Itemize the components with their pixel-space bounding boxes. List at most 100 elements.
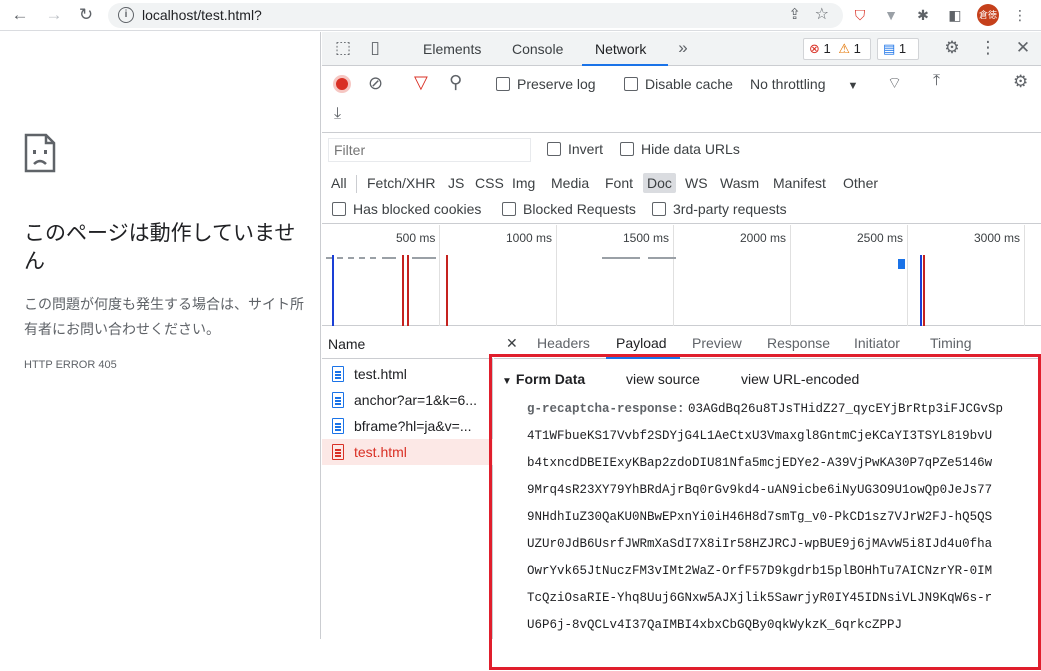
close-detail-icon[interactable]: ✕ bbox=[506, 335, 518, 352]
form-field-value-line: 03AGdBq26u8TJsTHidZ27_qycEYjBrRtp3iFJCGv… bbox=[688, 402, 1004, 416]
timeline-bar bbox=[382, 257, 396, 259]
tab-payload[interactable]: Payload bbox=[616, 335, 667, 351]
side-panel-icon[interactable]: ◧ bbox=[946, 6, 964, 24]
tab-timing[interactable]: Timing bbox=[930, 335, 972, 351]
more-tabs-icon[interactable]: » bbox=[672, 38, 694, 58]
timeline-bar bbox=[648, 257, 676, 259]
device-toolbar-icon[interactable]: ▯ bbox=[364, 38, 386, 58]
triangle-down-icon: ▼ bbox=[502, 376, 512, 387]
request-list: Name test.html anchor?ar=1&k=6... bframe… bbox=[322, 327, 493, 639]
tab-response[interactable]: Response bbox=[767, 335, 830, 351]
load-marker bbox=[402, 255, 404, 326]
filter-type-other[interactable]: Other bbox=[839, 173, 882, 193]
form-field-value-line: OwrYvk65JtNuczFM3vIMt2WaZ-OrfF57D9kgdrb1… bbox=[527, 564, 993, 578]
error-icon: ⊗ bbox=[809, 41, 820, 56]
extensions-puzzle-icon[interactable]: ✱ bbox=[914, 6, 932, 24]
clear-icon[interactable]: ⊘ bbox=[368, 73, 383, 94]
filter-type-css[interactable]: CSS bbox=[471, 173, 508, 193]
network-timeline[interactable]: 500 ms 1000 ms 1500 ms 2000 ms 2500 ms 3… bbox=[322, 225, 1041, 326]
filter-input[interactable] bbox=[328, 138, 531, 162]
filter-type-media[interactable]: Media bbox=[547, 173, 593, 193]
form-data-toggle[interactable]: ▼ Form Data bbox=[502, 371, 585, 387]
load-marker bbox=[407, 255, 409, 326]
site-info-icon[interactable]: i bbox=[118, 7, 134, 23]
preserve-log-checkbox[interactable]: Preserve log bbox=[496, 76, 596, 92]
address-bar[interactable]: i localhost/test.html? ⇪ ☆ bbox=[108, 3, 843, 28]
extension-triangle-icon[interactable]: ▼ bbox=[882, 6, 900, 24]
dom-content-loaded-marker bbox=[920, 255, 922, 326]
messages-badge[interactable]: ▤ 1 bbox=[877, 38, 919, 60]
dom-content-loaded-marker bbox=[332, 255, 334, 326]
document-icon bbox=[332, 392, 344, 408]
disable-cache-checkbox[interactable]: Disable cache bbox=[624, 76, 733, 92]
bookmark-star-icon[interactable]: ☆ bbox=[815, 4, 829, 24]
invert-checkbox[interactable]: Invert bbox=[547, 141, 603, 157]
settings-gear-icon[interactable]: ⚙ bbox=[941, 38, 963, 58]
inspect-element-icon[interactable]: ⬚ bbox=[332, 38, 354, 58]
network-settings-icon[interactable]: ⚙ bbox=[1013, 72, 1028, 92]
view-source-link[interactable]: view source bbox=[626, 371, 700, 387]
timeline-gridline bbox=[673, 225, 674, 326]
filter-type-doc[interactable]: Doc bbox=[643, 173, 676, 193]
tab-preview[interactable]: Preview bbox=[692, 335, 742, 351]
request-row[interactable]: test.html bbox=[322, 361, 493, 387]
browser-menu-icon[interactable]: ⋮ bbox=[1011, 6, 1029, 24]
import-har-icon[interactable]: ⤒ bbox=[933, 72, 940, 90]
search-icon[interactable]: ⚲ bbox=[449, 72, 462, 93]
page-content: このページは動作していません この問題が何度も発生する場合は、サイト所有者にお問… bbox=[0, 32, 321, 639]
filter-type-js[interactable]: JS bbox=[444, 173, 468, 193]
close-devtools-icon[interactable]: ✕ bbox=[1012, 38, 1034, 58]
name-column-header[interactable]: Name bbox=[322, 327, 493, 359]
filter-type-fetch-xhr[interactable]: Fetch/XHR bbox=[363, 173, 439, 193]
profile-avatar[interactable]: 倉徳 bbox=[977, 4, 999, 26]
extension-shield-icon[interactable]: ⛉ bbox=[851, 6, 869, 24]
view-url-encoded-link[interactable]: view URL-encoded bbox=[741, 371, 859, 387]
throttling-select[interactable]: No throttling ▼ bbox=[750, 76, 858, 92]
devtools-tab-bar: ⬚ ▯ Elements Console Network » ⊗ 1 ⚠ 1 ▤… bbox=[322, 32, 1041, 66]
filter-type-wasm[interactable]: Wasm bbox=[716, 173, 763, 193]
sad-document-icon bbox=[24, 133, 56, 173]
form-field-value-line: 4T1WFbueKS17Vvbf2SDYjG4L1AeCtxU3Vmaxgl8G… bbox=[527, 429, 993, 443]
filter-type-img[interactable]: Img bbox=[508, 173, 539, 193]
timeline-bar bbox=[412, 257, 436, 259]
filter-divider bbox=[356, 175, 357, 193]
timeline-bar bbox=[602, 257, 640, 259]
filter-type-font[interactable]: Font bbox=[601, 173, 637, 193]
filter-type-ws[interactable]: WS bbox=[681, 173, 712, 193]
browser-toolbar: ← → ↻ i localhost/test.html? ⇪ ☆ ⛉ ▼ ✱ ◧… bbox=[0, 0, 1041, 31]
devtools-menu-icon[interactable]: ⋮ bbox=[977, 38, 999, 58]
request-row[interactable]: bframe?hl=ja&v=... bbox=[322, 413, 493, 439]
document-icon bbox=[332, 366, 344, 382]
record-button[interactable] bbox=[333, 75, 351, 93]
url-text: localhost/test.html? bbox=[142, 7, 262, 23]
request-row-selected[interactable]: test.html bbox=[322, 439, 493, 465]
tab-elements[interactable]: Elements bbox=[423, 41, 481, 57]
blocked-cookies-checkbox[interactable]: Has blocked cookies bbox=[332, 201, 481, 217]
filter-type-manifest[interactable]: Manifest bbox=[769, 173, 830, 193]
network-toolbar: ⊘ ▽ ⚲ Preserve log Disable cache No thro… bbox=[322, 67, 1041, 133]
filter-funnel-icon[interactable]: ▽ bbox=[414, 72, 428, 93]
timeline-gridline bbox=[907, 225, 908, 326]
tab-headers[interactable]: Headers bbox=[537, 335, 590, 351]
tab-network[interactable]: Network bbox=[595, 41, 646, 57]
forward-icon[interactable]: → bbox=[42, 4, 66, 26]
timeline-label: 500 ms bbox=[396, 231, 436, 245]
request-row[interactable]: anchor?ar=1&k=6... bbox=[322, 387, 493, 413]
third-party-checkbox[interactable]: 3rd-party requests bbox=[652, 201, 787, 217]
reload-icon[interactable]: ↻ bbox=[74, 4, 98, 26]
hide-data-urls-checkbox[interactable]: Hide data URLs bbox=[620, 141, 740, 157]
form-field-value-line: 9Mrq4sR23XY79YhBRdAjrBq0rGv9kd4-uAN9icbe… bbox=[527, 483, 993, 497]
filter-type-all[interactable]: All bbox=[327, 173, 351, 193]
issues-badge[interactable]: ⊗ 1 ⚠ 1 bbox=[803, 38, 871, 60]
timeline-label: 2500 ms bbox=[857, 231, 904, 245]
form-field-value-line: 9NHdhIuZ30QaKU0NBwEPxnYi0iH46H8d7smTg_v0… bbox=[527, 510, 993, 524]
tab-initiator[interactable]: Initiator bbox=[854, 335, 900, 351]
timeline-gridline bbox=[556, 225, 557, 326]
timeline-gridline bbox=[1024, 225, 1025, 326]
network-conditions-icon[interactable]: ⌔ bbox=[887, 73, 902, 93]
blocked-requests-checkbox[interactable]: Blocked Requests bbox=[502, 201, 636, 217]
back-icon[interactable]: ← bbox=[8, 4, 32, 26]
share-icon[interactable]: ⇪ bbox=[788, 5, 801, 23]
export-har-icon[interactable]: ⤓ bbox=[334, 105, 341, 123]
tab-console[interactable]: Console bbox=[512, 41, 563, 57]
